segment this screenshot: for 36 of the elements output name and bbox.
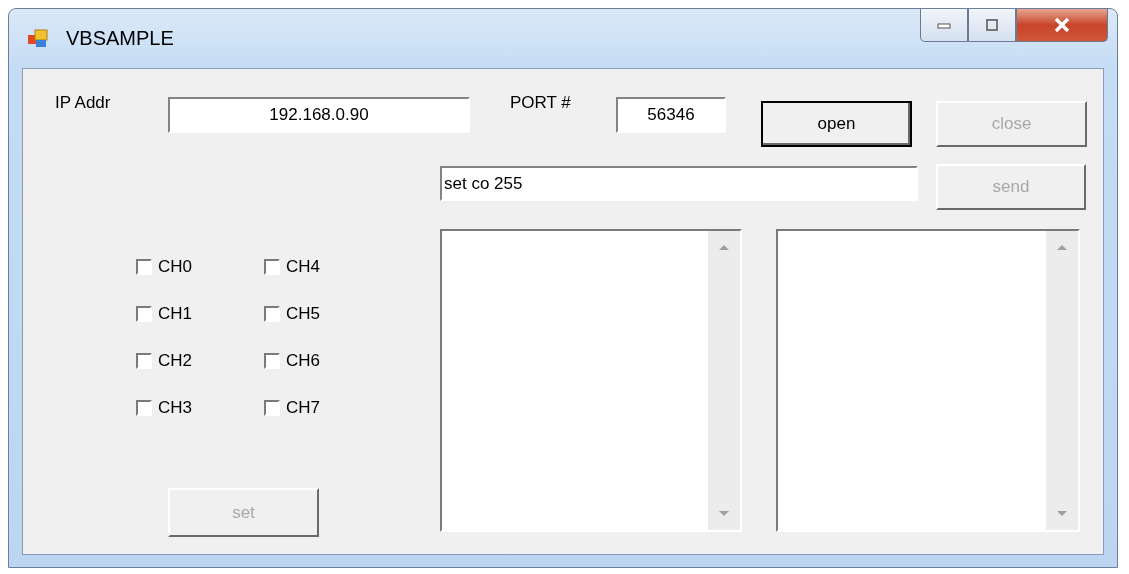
checkbox-label[interactable]: CH1 [158, 304, 192, 324]
close-icon [1052, 17, 1072, 33]
scroll-up-icon[interactable] [719, 245, 729, 250]
window-title: VBSAMPLE [66, 27, 174, 50]
scroll-up-icon[interactable] [1057, 245, 1067, 250]
checkbox[interactable] [264, 259, 280, 275]
checkbox[interactable] [136, 353, 152, 369]
checkbox-label[interactable]: CH4 [286, 257, 320, 277]
scrollbar[interactable] [1046, 231, 1078, 530]
checkbox-label[interactable]: CH0 [158, 257, 192, 277]
scrollbar[interactable] [708, 231, 740, 530]
close-button[interactable] [1016, 9, 1108, 42]
ip-field[interactable]: 192.168.0.90 [168, 97, 470, 133]
checkbox-label[interactable]: CH2 [158, 351, 192, 371]
checkbox[interactable] [136, 259, 152, 275]
checkbox-label[interactable]: CH7 [286, 398, 320, 418]
scroll-down-icon[interactable] [719, 511, 729, 516]
maximize-icon [984, 18, 1000, 32]
minimize-button[interactable] [920, 9, 968, 42]
port-label: PORT # [510, 93, 572, 113]
ip-label: IP Addr [55, 93, 112, 113]
open-button[interactable]: open [761, 101, 912, 147]
port-field[interactable]: 56346 [616, 97, 726, 133]
checkbox-label[interactable]: CH5 [286, 304, 320, 324]
checkbox[interactable] [264, 306, 280, 322]
command-field[interactable]: set co 255 [440, 166, 918, 201]
checkbox[interactable] [264, 353, 280, 369]
minimize-icon [936, 21, 952, 29]
checkbox[interactable] [136, 400, 152, 416]
checkbox[interactable] [264, 400, 280, 416]
scroll-down-icon[interactable] [1057, 511, 1067, 516]
checkbox-label[interactable]: CH6 [286, 351, 320, 371]
checkbox-label[interactable]: CH3 [158, 398, 192, 418]
app-icon [28, 28, 48, 49]
maximize-button[interactable] [968, 9, 1016, 42]
checkbox[interactable] [136, 306, 152, 322]
